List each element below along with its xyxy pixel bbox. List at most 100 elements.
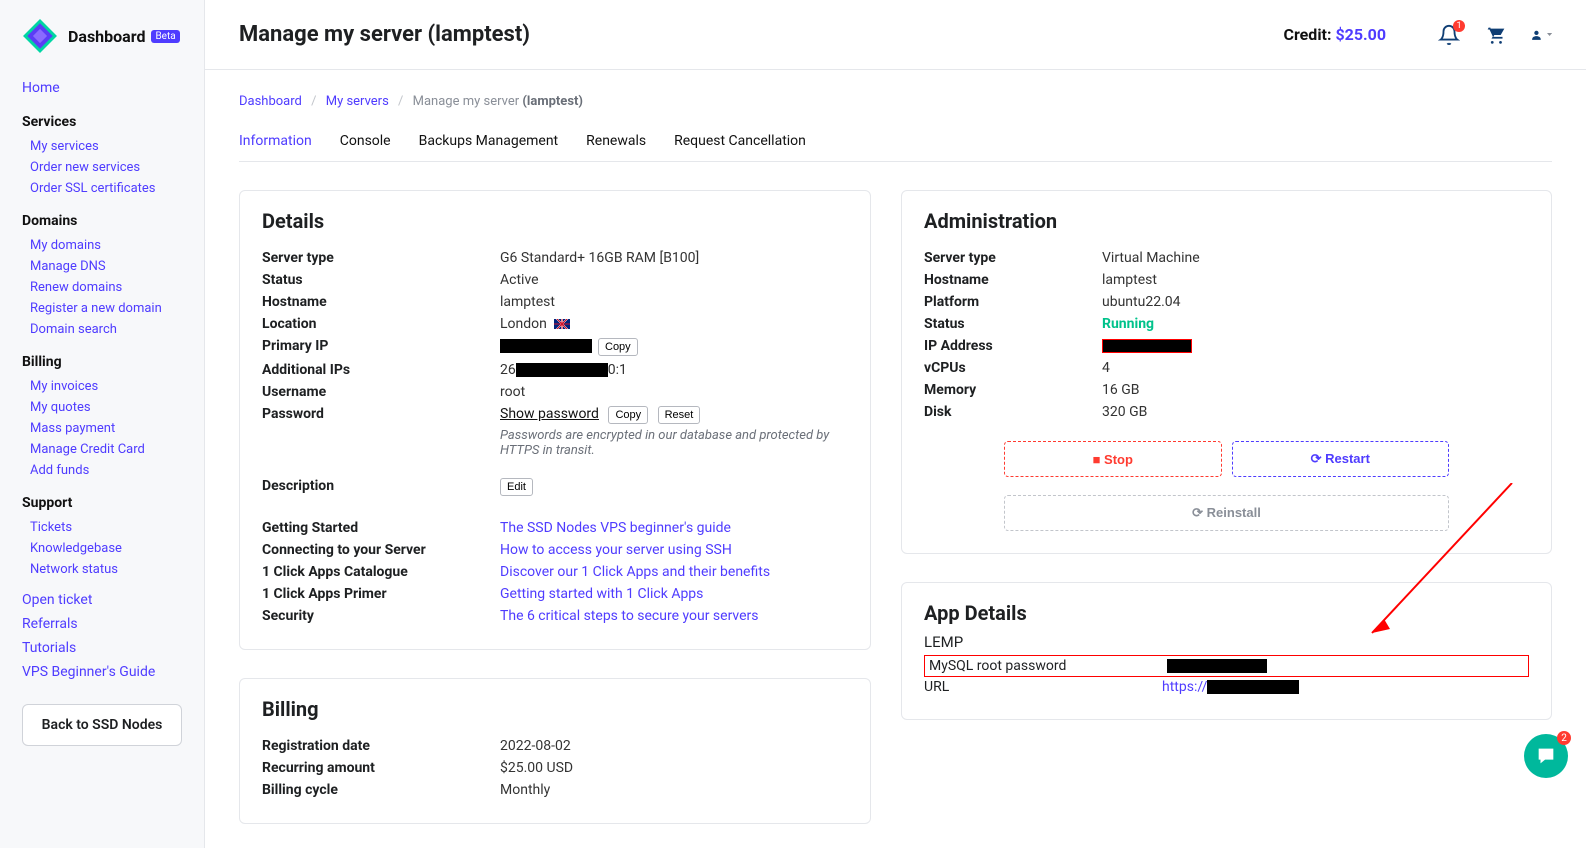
ak-hostname: Hostname — [924, 272, 1102, 288]
bc-dashboard[interactable]: Dashboard — [239, 94, 302, 109]
beta-badge: Beta — [151, 30, 179, 43]
av-platform: ubuntu22.04 — [1102, 294, 1529, 310]
nav-home[interactable]: Home — [22, 76, 182, 100]
av-status: Running — [1102, 316, 1154, 332]
app-title: App Details — [924, 601, 1529, 625]
sidebar: Dashboard Beta Home Services My services… — [0, 0, 205, 848]
user-icon[interactable] — [1530, 24, 1552, 46]
app-name: LEMP — [924, 633, 1529, 651]
tab-information[interactable]: Information — [239, 133, 312, 161]
nav-open-ticket[interactable]: Open ticket — [22, 588, 182, 612]
v-url: https:// — [1162, 679, 1299, 695]
mysql-row: MySQL root password — [924, 655, 1529, 677]
nav-my-quotes[interactable]: My quotes — [22, 397, 182, 418]
nav-register-domain[interactable]: Register a new domain — [22, 298, 182, 319]
logo-icon — [22, 18, 58, 54]
nav-my-domains[interactable]: My domains — [22, 235, 182, 256]
tab-backups[interactable]: Backups Management — [419, 133, 559, 161]
k-username: Username — [262, 384, 500, 400]
nav-order-ssl[interactable]: Order SSL certificates — [22, 178, 182, 199]
content: Dashboard / My servers / Manage my serve… — [205, 70, 1586, 848]
link-beginners-guide[interactable]: The SSD Nodes VPS beginner's guide — [500, 520, 731, 536]
reset-pw-button[interactable]: Reset — [658, 406, 701, 424]
tab-cancel[interactable]: Request Cancellation — [674, 133, 806, 161]
breadcrumb: Dashboard / My servers / Manage my serve… — [239, 94, 1552, 109]
ak-status: Status — [924, 316, 1102, 332]
billing-title: Billing — [262, 697, 848, 721]
stop-icon: ■ — [1093, 452, 1104, 467]
app-details-card: App Details LEMP MySQL root password URL… — [901, 582, 1552, 720]
cart-icon[interactable] — [1484, 24, 1506, 46]
tabs: Information Console Backups Management R… — [239, 133, 1552, 162]
ak-platform: Platform — [924, 294, 1102, 310]
topbar: Manage my server (lamptest) Credit: $25.… — [205, 0, 1586, 70]
nav-referrals[interactable]: Referrals — [22, 612, 182, 636]
details-title: Details — [262, 209, 848, 233]
copy-ip-button[interactable]: Copy — [598, 338, 638, 356]
back-button[interactable]: Back to SSD Nodes — [22, 704, 182, 746]
k-catalogue: 1 Click Apps Catalogue — [262, 564, 500, 580]
stop-button[interactable]: ■ Stop — [1004, 441, 1222, 477]
v-status: Active — [500, 272, 848, 288]
nav-knowledgebase[interactable]: Knowledgebase — [22, 538, 182, 559]
link-catalogue[interactable]: Discover our 1 Click Apps and their bene… — [500, 564, 770, 580]
v-reg-date: 2022-08-02 — [500, 738, 848, 754]
ak-memory: Memory — [924, 382, 1102, 398]
bc-myservers[interactable]: My servers — [326, 94, 389, 109]
v-recurring: $25.00 USD — [500, 760, 848, 776]
k-additional-ips: Additional IPs — [262, 362, 500, 378]
v-primary-ip: Copy — [500, 338, 848, 356]
v-additional-ips: 260:1 — [500, 362, 848, 378]
v-password: Show password Copy Reset Passwords are e… — [500, 406, 848, 458]
v-hostname: lamptest — [500, 294, 848, 310]
nav-manage-cc[interactable]: Manage Credit Card — [22, 439, 182, 460]
link-security[interactable]: The 6 critical steps to secure your serv… — [500, 608, 759, 624]
details-card: Details Server typeG6 Standard+ 16GB RAM… — [239, 190, 871, 650]
nav-vps-guide[interactable]: VPS Beginner's Guide — [22, 660, 182, 684]
nav-my-invoices[interactable]: My invoices — [22, 376, 182, 397]
nav-mass-payment[interactable]: Mass payment — [22, 418, 182, 439]
v-server-type: G6 Standard+ 16GB RAM [B100] — [500, 250, 848, 266]
nav-domain-search[interactable]: Domain search — [22, 319, 182, 340]
credit-display: Credit: $25.00 — [1283, 25, 1386, 44]
redacted-admin-ip — [1102, 339, 1192, 353]
url-row: URL https:// — [924, 677, 1529, 697]
uk-flag-icon — [554, 319, 570, 329]
k-mysql-pw: MySQL root password — [929, 658, 1167, 674]
nav-tickets[interactable]: Tickets — [22, 517, 182, 538]
link-primer[interactable]: Getting started with 1 Click Apps — [500, 586, 703, 602]
tab-renewals[interactable]: Renewals — [586, 133, 646, 161]
credit-label: Credit: — [1283, 25, 1335, 44]
nav-order-services[interactable]: Order new services — [22, 157, 182, 178]
copy-pw-button[interactable]: Copy — [608, 406, 648, 424]
chat-badge: 2 — [1557, 731, 1571, 745]
billing-card: Billing Registration date2022-08-02 Recu… — [239, 678, 871, 824]
redacted-url — [1207, 680, 1299, 694]
nav-renew-domains[interactable]: Renew domains — [22, 277, 182, 298]
k-description: Description — [262, 478, 500, 496]
nav-tutorials[interactable]: Tutorials — [22, 636, 182, 660]
edit-desc-button[interactable]: Edit — [500, 478, 533, 496]
nav-manage-dns[interactable]: Manage DNS — [22, 256, 182, 277]
k-url: URL — [924, 679, 1162, 695]
main: Manage my server (lamptest) Credit: $25.… — [205, 0, 1586, 848]
show-password-link[interactable]: Show password — [500, 406, 599, 422]
app-url-link[interactable]: https:// — [1162, 679, 1207, 695]
nav-my-services[interactable]: My services — [22, 136, 182, 157]
chat-widget[interactable]: 2 — [1524, 734, 1568, 778]
page-title: Manage my server (lamptest) — [239, 22, 1283, 47]
ak-ip: IP Address — [924, 338, 1102, 354]
logo-row: Dashboard Beta — [0, 18, 204, 68]
av-ip — [1102, 338, 1529, 354]
bell-icon[interactable]: 1 — [1438, 24, 1460, 46]
restart-button[interactable]: ⟳ Restart — [1232, 441, 1450, 477]
reinstall-icon: ⟳ — [1192, 505, 1207, 520]
ak-disk: Disk — [924, 404, 1102, 420]
nav-add-funds[interactable]: Add funds — [22, 460, 182, 481]
reinstall-button[interactable]: ⟳ Reinstall — [1004, 495, 1449, 531]
k-reg-date: Registration date — [262, 738, 500, 754]
nav-network-status[interactable]: Network status — [22, 559, 182, 580]
tab-console[interactable]: Console — [340, 133, 391, 161]
link-ssh[interactable]: How to access your server using SSH — [500, 542, 732, 558]
nav-head-billing: Billing — [22, 354, 182, 370]
